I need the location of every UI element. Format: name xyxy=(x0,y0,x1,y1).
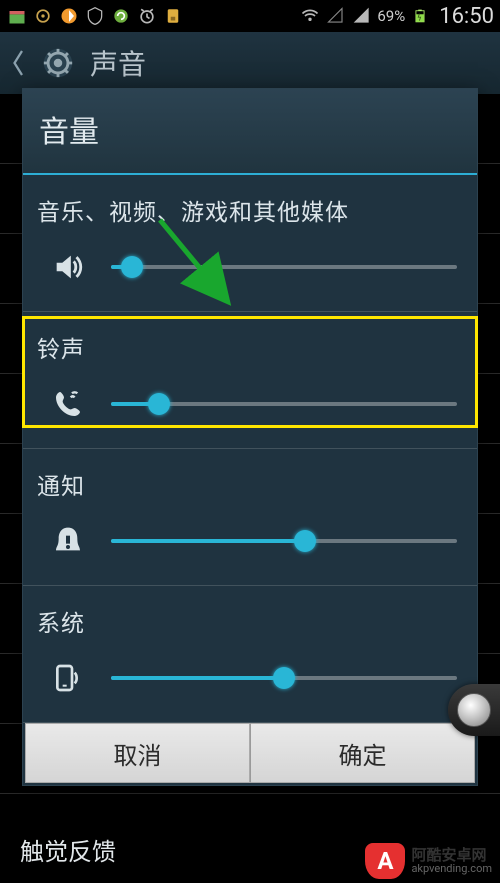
cancel-button[interactable]: 取消 xyxy=(25,723,250,783)
watermark-url: akpvending.com xyxy=(411,863,492,874)
section-system-label: 系统 xyxy=(37,604,463,638)
slider-media[interactable] xyxy=(111,255,457,279)
action-bar-title: 声音 xyxy=(90,43,146,83)
dialog-title: 音量 xyxy=(23,89,477,175)
section-ringtone-label: 铃声 xyxy=(37,330,463,364)
watermark-badge: A xyxy=(365,843,405,879)
assistive-touch-button[interactable] xyxy=(448,684,500,736)
signal-icon xyxy=(351,5,373,27)
section-notification: 通知 xyxy=(23,449,477,586)
battery-percent: 69% xyxy=(377,7,405,25)
ok-button[interactable]: 确定 xyxy=(250,723,475,783)
speaker-icon xyxy=(43,247,93,287)
watermark-name: 阿酷安卓网 xyxy=(411,848,492,863)
watermark: A 阿酷安卓网 akpvending.com xyxy=(365,843,492,879)
cancel-button-label: 取消 xyxy=(114,736,162,771)
alarm-icon xyxy=(136,5,158,27)
action-bar: 声音 xyxy=(0,32,500,94)
shield-icon xyxy=(84,5,106,27)
avast-icon xyxy=(58,5,80,27)
background-row-haptic[interactable]: 触觉反馈 xyxy=(20,832,116,867)
slider-system[interactable] xyxy=(111,666,457,690)
sim-icon xyxy=(162,5,184,27)
store-icon xyxy=(6,5,28,27)
device-sound-icon xyxy=(43,658,93,698)
status-time: 16:50 xyxy=(439,4,494,29)
volume-dialog: 音量 音乐、视频、游戏和其他媒体 铃声 xyxy=(22,88,478,786)
signal-weak-icon xyxy=(325,5,347,27)
settings-icon xyxy=(40,45,76,81)
slider-ringtone[interactable] xyxy=(111,392,457,416)
status-bar: 69% 16:50 xyxy=(0,0,500,32)
phone-ring-icon xyxy=(43,384,93,424)
sync-icon xyxy=(110,5,132,27)
section-media-label: 音乐、视频、游戏和其他媒体 xyxy=(37,193,463,227)
back-icon[interactable] xyxy=(10,43,32,83)
section-notification-label: 通知 xyxy=(37,467,463,501)
assistive-touch-icon xyxy=(457,693,491,727)
battery-icon xyxy=(409,5,431,27)
ok-button-label: 确定 xyxy=(339,736,387,771)
section-media: 音乐、视频、游戏和其他媒体 xyxy=(23,175,477,312)
settings-notif-icon xyxy=(32,5,54,27)
dialog-button-bar: 取消 确定 xyxy=(25,723,475,783)
section-system: 系统 xyxy=(23,586,477,723)
section-ringtone: 铃声 xyxy=(23,312,477,449)
notification-icon xyxy=(43,521,93,561)
wifi-icon xyxy=(299,5,321,27)
slider-notification[interactable] xyxy=(111,529,457,553)
